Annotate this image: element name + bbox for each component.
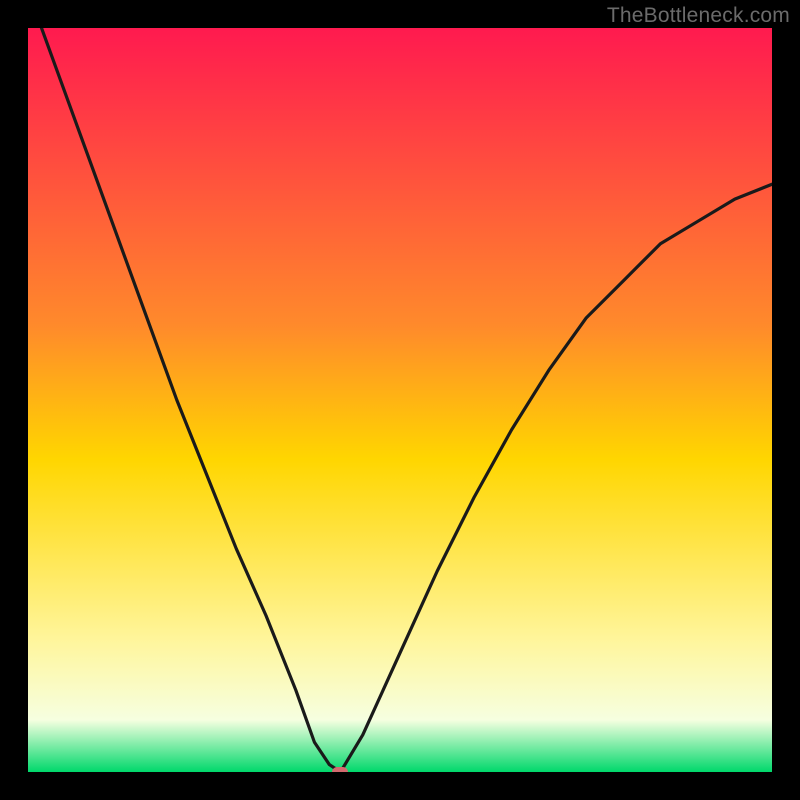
bottleneck-curve [28, 28, 772, 772]
watermark-text: TheBottleneck.com [607, 4, 790, 28]
optimal-point-marker [332, 767, 348, 772]
chart-frame: TheBottleneck.com [0, 0, 800, 800]
plot-area [28, 28, 772, 772]
